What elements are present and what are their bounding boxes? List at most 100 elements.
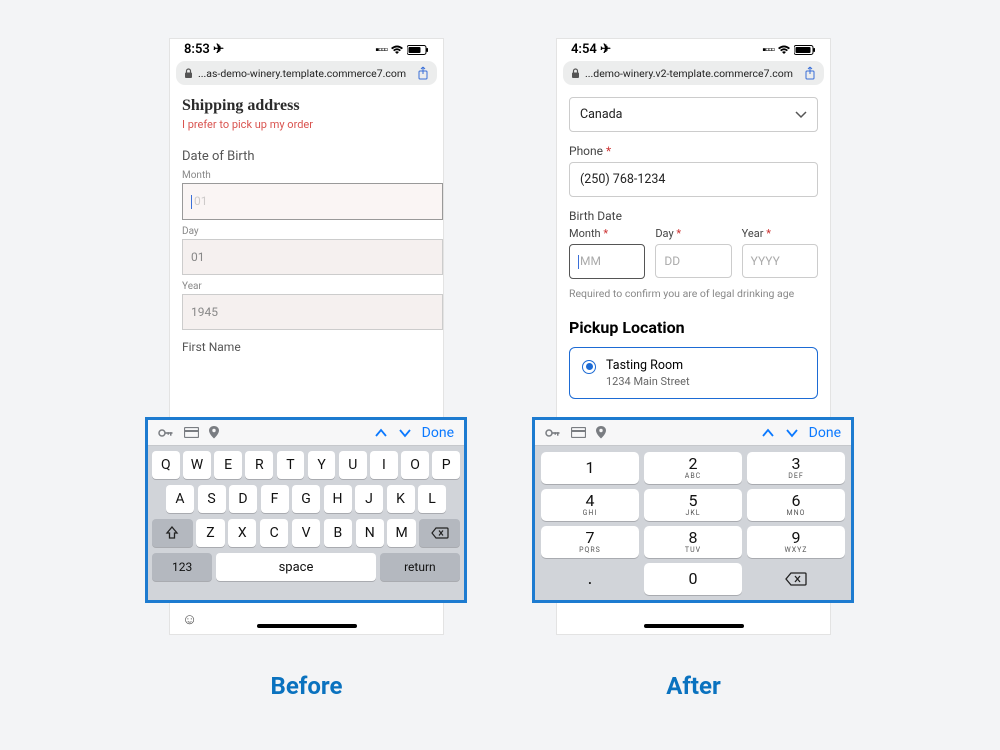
location-icon[interactable]	[596, 426, 606, 439]
key-q[interactable]: Q	[152, 451, 180, 479]
next-field-icon[interactable]	[398, 428, 412, 438]
key-l[interactable]: L	[418, 485, 446, 513]
numkey-6[interactable]: 6MNO	[747, 489, 845, 521]
numbers-key[interactable]: 123	[152, 553, 212, 581]
backspace-key[interactable]	[747, 563, 845, 595]
signal-icon: ▪▫▫▫	[762, 43, 774, 56]
key-y[interactable]: Y	[308, 451, 336, 479]
return-key[interactable]: return	[380, 553, 460, 581]
status-icons: ▪▫▫▫	[762, 43, 816, 56]
key-m[interactable]: M	[387, 519, 415, 547]
birthdate-label: Birth Date	[569, 209, 818, 223]
backspace-key[interactable]	[419, 519, 460, 547]
home-indicator[interactable]	[644, 624, 744, 628]
pickup-name: Tasting Room	[606, 358, 690, 373]
numkey-4[interactable]: 4GHI	[541, 489, 639, 521]
next-field-icon[interactable]	[785, 428, 799, 438]
key-t[interactable]: T	[277, 451, 305, 479]
numkey-0[interactable]: 0	[644, 563, 742, 595]
key-b[interactable]: B	[324, 519, 352, 547]
share-icon[interactable]	[804, 66, 816, 80]
day-label: Day *	[655, 227, 731, 240]
shift-key[interactable]	[152, 519, 193, 547]
share-icon[interactable]	[417, 66, 429, 80]
signal-icon: ▪▫▫▫	[375, 43, 387, 56]
day-input[interactable]: 01	[182, 239, 443, 275]
form-content: Shipping address I prefer to pick up my …	[170, 85, 443, 354]
numkey-7[interactable]: 7PQRS	[541, 526, 639, 558]
pickup-preference-link[interactable]: I prefer to pick up my order	[182, 118, 431, 131]
keyboard-toolbar: Done	[535, 420, 851, 446]
lock-icon	[571, 68, 580, 79]
key-r[interactable]: R	[245, 451, 273, 479]
key-v[interactable]: V	[292, 519, 320, 547]
numkey-9[interactable]: 9WXYZ	[747, 526, 845, 558]
key-icon[interactable]	[158, 427, 174, 439]
key-o[interactable]: O	[401, 451, 429, 479]
pickup-option[interactable]: Tasting Room 1234 Main Street	[569, 347, 818, 399]
prev-field-icon[interactable]	[761, 428, 775, 438]
dot-key[interactable]: .	[541, 563, 639, 595]
key-x[interactable]: X	[228, 519, 256, 547]
key-icon[interactable]	[545, 427, 561, 439]
key-k[interactable]: K	[387, 485, 415, 513]
key-g[interactable]: G	[292, 485, 320, 513]
lock-icon	[184, 68, 193, 79]
phone-input[interactable]: (250) 768-1234	[569, 162, 818, 197]
numkey-3[interactable]: 3DEF	[747, 452, 845, 484]
key-i[interactable]: I	[370, 451, 398, 479]
done-button[interactable]: Done	[422, 425, 454, 441]
wifi-icon	[777, 45, 791, 55]
space-key[interactable]: space	[216, 553, 377, 581]
year-label: Year *	[742, 227, 818, 240]
year-label: Year	[182, 281, 431, 292]
card-icon[interactable]	[571, 427, 586, 438]
emoji-icon[interactable]: ☺	[182, 610, 197, 628]
chevron-down-icon	[795, 111, 807, 119]
numkey-1[interactable]: 1	[541, 452, 639, 484]
url-bar[interactable]: ...demo-winery.v2-template.commerce7.com	[563, 61, 824, 85]
status-time: 4:54	[571, 42, 597, 57]
key-j[interactable]: J	[355, 485, 383, 513]
caption-before: Before	[169, 672, 444, 700]
status-bar: 4:54 ✈ ▪▫▫▫	[557, 39, 830, 59]
location-arrow-icon: ✈	[213, 42, 224, 57]
key-z[interactable]: Z	[196, 519, 224, 547]
radio-selected-icon	[582, 360, 596, 374]
country-select[interactable]: Canada	[569, 97, 818, 132]
prev-field-icon[interactable]	[374, 428, 388, 438]
numkey-8[interactable]: 8TUV	[644, 526, 742, 558]
pickup-address: 1234 Main Street	[606, 375, 690, 388]
key-n[interactable]: N	[356, 519, 384, 547]
month-label: Month	[182, 170, 431, 181]
key-e[interactable]: E	[214, 451, 242, 479]
key-h[interactable]: H	[324, 485, 352, 513]
url-text: ...as-demo-winery.template.commerce7.com	[198, 67, 406, 80]
status-time: 8:53	[184, 42, 210, 57]
month-input[interactable]: 01	[182, 183, 443, 220]
day-input[interactable]: DD	[655, 244, 731, 278]
year-input[interactable]: 1945	[182, 294, 443, 330]
key-c[interactable]: C	[260, 519, 288, 547]
key-w[interactable]: W	[183, 451, 211, 479]
keyboard-numpad: Done 12ABC3DEF 4GHI5JKL6MNO 7PQRS8TUV9WXYZ…	[532, 417, 854, 603]
status-icons: ▪▫▫▫	[375, 43, 429, 56]
key-d[interactable]: D	[229, 485, 257, 513]
day-label: Day	[182, 226, 431, 237]
month-input[interactable]: MM	[569, 244, 645, 279]
url-bar[interactable]: ...as-demo-winery.template.commerce7.com	[176, 61, 437, 85]
numkey-2[interactable]: 2ABC	[644, 452, 742, 484]
numkey-5[interactable]: 5JKL	[644, 489, 742, 521]
key-f[interactable]: F	[261, 485, 289, 513]
home-indicator[interactable]	[257, 624, 357, 628]
key-p[interactable]: P	[432, 451, 460, 479]
key-a[interactable]: A	[166, 485, 194, 513]
year-input[interactable]: YYYY	[742, 244, 818, 278]
done-button[interactable]: Done	[809, 425, 841, 441]
dob-label: Date of Birth	[182, 149, 431, 164]
shipping-heading: Shipping address	[182, 97, 431, 115]
card-icon[interactable]	[184, 427, 199, 438]
location-icon[interactable]	[209, 426, 219, 439]
key-s[interactable]: S	[198, 485, 226, 513]
key-u[interactable]: U	[339, 451, 367, 479]
